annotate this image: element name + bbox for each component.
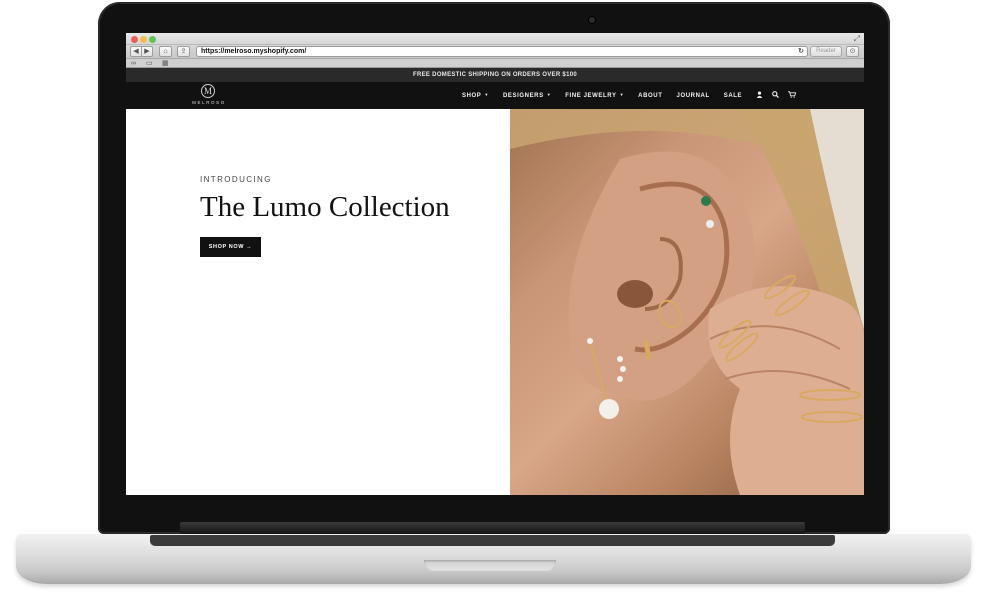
book-icon[interactable]: ▭	[146, 59, 153, 68]
share-icon: ⇪	[180, 48, 187, 55]
close-window-button[interactable]	[131, 36, 138, 43]
zoom-window-button[interactable]	[149, 36, 156, 43]
minimize-window-button[interactable]	[140, 36, 147, 43]
chevron-down-icon: ▼	[619, 92, 625, 97]
fullscreen-icon[interactable]: ⤢	[854, 34, 860, 44]
search-icon[interactable]	[772, 91, 780, 100]
logo-mark[interactable]: M	[201, 84, 215, 98]
browser-titlebar: ⤢	[126, 33, 864, 45]
hero-text-panel	[126, 109, 510, 495]
nav-journal[interactable]: JOURNAL	[677, 93, 710, 99]
reader-button[interactable]: Reader	[810, 46, 842, 57]
grid-icon[interactable]: ▦	[162, 59, 169, 68]
cart-icon[interactable]	[788, 91, 797, 100]
chevron-down-icon: ▼	[484, 92, 489, 97]
ear-photo-illustration	[510, 109, 864, 495]
nav-shop[interactable]: SHOP ▼	[462, 92, 489, 99]
glasses-icon[interactable]: ∞	[131, 59, 136, 68]
shop-now-button[interactable]: SHOP NOW →	[200, 237, 261, 257]
address-bar[interactable]: https://melroso.myshopify.com/ ↻	[196, 46, 808, 57]
nav-fine-jewelry[interactable]: FINE JEWELRY ▼	[565, 92, 624, 99]
nav-label: DESIGNERS	[502, 93, 544, 99]
nav-label: FINE JEWELRY	[565, 93, 617, 99]
url-text: https://melroso.myshopify.com/	[201, 48, 307, 55]
webcam	[589, 17, 595, 23]
nav-label: SHOP	[462, 93, 482, 99]
lid-opening-notch	[424, 560, 556, 571]
share-button[interactable]: ⇪	[177, 46, 190, 57]
home-icon: ⌂	[163, 48, 168, 55]
main-nav: SHOP ▼ DESIGNERS ▼ FINE JEWELRY ▼ ABOUT JOU…	[462, 82, 805, 109]
home-button[interactable]: ⌂	[159, 46, 172, 57]
chevron-down-icon: ▼	[546, 92, 552, 97]
nav-designers[interactable]: DESIGNERS ▼	[503, 92, 551, 99]
nav-sale[interactable]: SALE	[724, 93, 742, 99]
screen: ⤢ ◀ ▶ ⌂ ⇪ https://melroso.myshopify.com/…	[126, 33, 864, 495]
promo-banner: FREE DOMESTIC SHIPPING ON ORDERS OVER $1…	[126, 68, 864, 82]
laptop-hinge	[180, 522, 805, 534]
keyboard-strip	[150, 535, 835, 546]
download-icon: ⊙	[849, 48, 856, 55]
browser-toolbar: ◀ ▶ ⌂ ⇪ https://melroso.myshopify.com/ ↻…	[126, 45, 864, 59]
hero-image[interactable]	[510, 109, 864, 495]
site-header: M MELROSO SHOP ▼ DESIGNERS ▼ FINE JEWELRY ▼…	[126, 82, 864, 109]
forward-button[interactable]: ▶	[141, 46, 153, 57]
account-icon[interactable]	[756, 91, 763, 100]
reload-icon[interactable]: ↻	[798, 47, 804, 56]
laptop-mockup: ⤢ ◀ ▶ ⌂ ⇪ https://melroso.myshopify.com/…	[0, 0, 985, 600]
hero-eyebrow: INTRODUCING	[200, 175, 272, 184]
forward-arrow-icon: ▶	[144, 48, 150, 55]
download-button[interactable]: ⊙	[846, 46, 859, 57]
back-arrow-icon: ◀	[133, 48, 139, 55]
hero-title: The Lumo Collection	[200, 191, 450, 223]
bookmarks-bar: ∞ ▭ ▦	[126, 59, 864, 68]
logo-text[interactable]: MELROSO	[190, 100, 228, 105]
nav-about[interactable]: ABOUT	[638, 93, 662, 99]
